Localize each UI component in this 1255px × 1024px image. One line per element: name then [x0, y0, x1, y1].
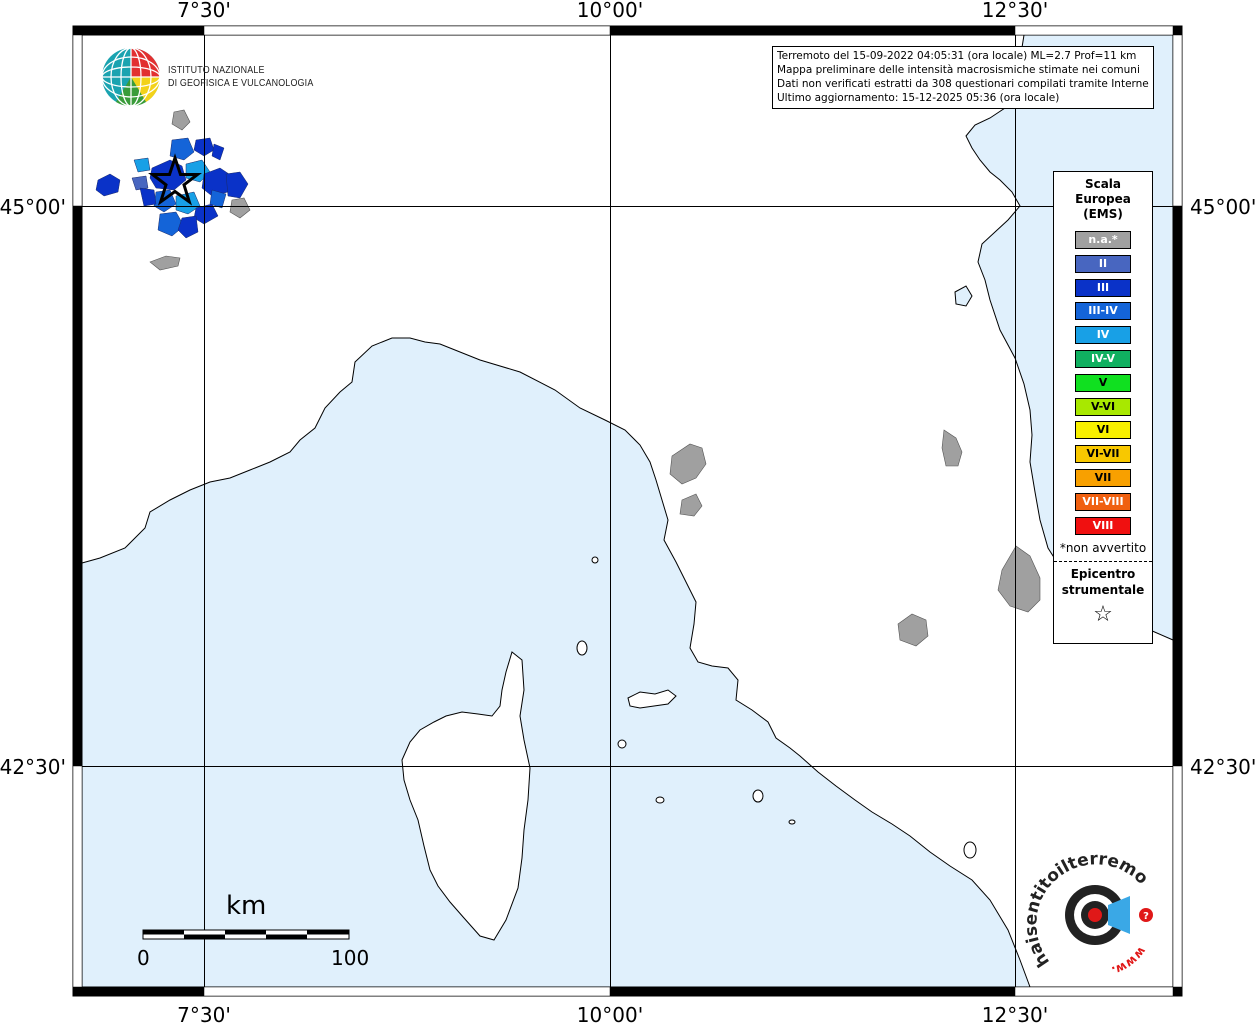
ingv-name-line1: ISTITUTO NAZIONALE: [168, 64, 265, 76]
lat-label-right-1: 45°00': [1190, 195, 1255, 219]
legend-item: II: [1075, 254, 1131, 273]
scale-bar: [142, 929, 350, 940]
legend-epicenter-label: Epicentro strumentale: [1054, 566, 1152, 598]
logo-question-mark: ?: [1143, 911, 1149, 922]
lon-label-bottom-1: 7°30': [177, 1003, 231, 1024]
legend-item: VII-VIII: [1075, 492, 1131, 511]
legend-note: *non avvertito: [1059, 540, 1147, 555]
lat-label-left-1: 45°00': [0, 195, 66, 219]
giannutri-island: [788, 819, 796, 825]
legend-item: VI-VII: [1075, 445, 1131, 464]
legend-items: n.a.* II III III-IV IV IV-V V V-VI VI VI-VII VII VI…: [1054, 231, 1152, 535]
legend-item: III: [1075, 278, 1131, 297]
legend-item: V-VI: [1075, 397, 1131, 416]
giglio-island: [752, 789, 764, 803]
scale-bar-unit: km: [226, 891, 267, 921]
star-icon: ☆: [1093, 601, 1113, 627]
scale-bar-end: 100: [331, 946, 370, 970]
lon-label-top-1: 7°30': [177, 0, 231, 22]
legend-item: V: [1075, 373, 1131, 392]
legend-epicenter-line1: Epicentro: [1070, 566, 1136, 581]
scale-bar-start: 0: [137, 946, 150, 970]
legend-epicenter-line2: strumentale: [1061, 582, 1145, 597]
event-info-box: Terremoto del 15-09-2022 04:05:31 (ora l…: [772, 46, 1154, 109]
legend-title-line1: Scala: [1084, 177, 1122, 191]
ponza-island: [963, 841, 977, 859]
ingv-globe-logo: [101, 47, 161, 107]
lat-label-left-2: 42°30': [0, 755, 66, 779]
legend-title-line3: (EMS): [1083, 207, 1123, 221]
capraia-island: [576, 640, 588, 656]
lat-label-right-2: 42°30': [1190, 755, 1255, 779]
event-info-line4: Ultimo aggiornamento: 15-12-2025 05:36 (…: [777, 92, 1060, 104]
legend-item: n.a.*: [1075, 231, 1131, 249]
ingv-name: ISTITUTO NAZIONALE DI GEOFISICA E VULCAN…: [168, 64, 313, 90]
pianosa-island: [617, 739, 627, 749]
event-info-line3: Dati non verificati estratti da 308 ques…: [777, 78, 1149, 90]
legend-title: Scala Europea (EMS): [1054, 177, 1152, 222]
event-info-line2: Mappa preliminare delle intensità macros…: [777, 64, 1140, 76]
lon-label-bottom-2: 10°00': [577, 1003, 643, 1024]
gorgona-island: [591, 556, 599, 564]
lon-label-bottom-3: 12°30': [982, 1003, 1048, 1024]
ems-legend: Scala Europea (EMS) n.a.* II III III-IV IV IV…: [1053, 171, 1153, 644]
legend-separator: [1054, 560, 1152, 562]
legend-item: VII: [1075, 468, 1131, 487]
event-info-line1: Terremoto del 15-09-2022 04:05:31 (ora l…: [777, 50, 1137, 62]
legend-item: IV-V: [1075, 349, 1131, 368]
legend-item: IV: [1075, 326, 1131, 345]
lon-label-top-2: 10°00': [577, 0, 643, 22]
ingv-name-line2: DI GEOFISICA E VULCANOLOGIA: [168, 77, 314, 89]
lon-label-top-3: 12°30': [982, 0, 1048, 22]
legend-title-line2: Europea: [1075, 192, 1131, 206]
legend-item: VIII: [1075, 516, 1131, 535]
legend-item: VI: [1075, 421, 1131, 440]
legend-item: III-IV: [1075, 302, 1131, 321]
montecristo-island: [655, 796, 665, 804]
